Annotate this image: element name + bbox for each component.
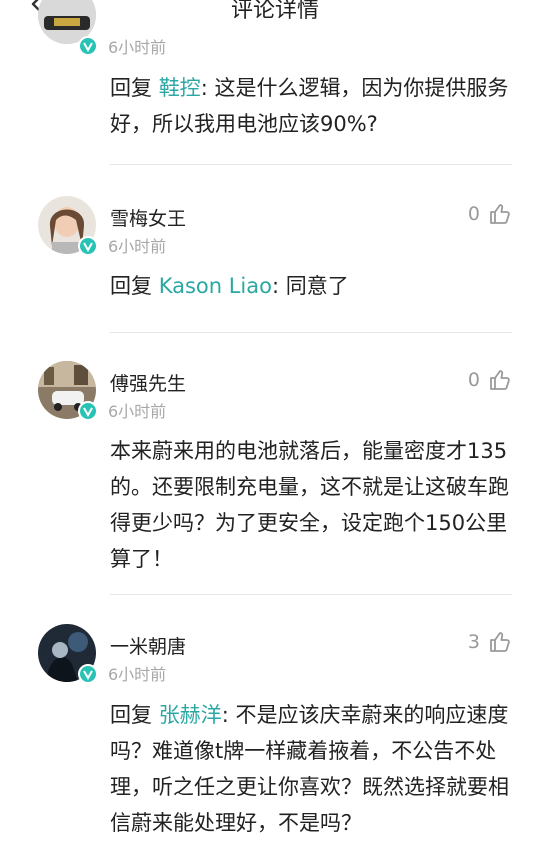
divider [110,164,512,165]
verified-v-icon [83,407,93,417]
comment-time: 6小时前 [108,665,167,684]
comment-text: 回复 Kason Liao: 同意了 [110,268,520,304]
mention-link[interactable]: 鞋控 [159,76,201,100]
verified-badge [78,664,98,684]
comment-username[interactable]: 一米朝唐 [110,632,186,659]
comment-text: 回复 张赫洋: 不是应该庆幸蔚来的响应速度吗？难道像t牌一样藏着掖着，不公告不处… [110,697,520,841]
thumbs-up-icon [490,204,510,224]
like-button[interactable]: 0 [468,368,512,392]
comment-text: 本来蔚来用的电池就落后，能量密度才135的。还要限制充电量，这不就是让这破车跑得… [110,439,509,571]
mention-link[interactable]: 张赫洋 [159,703,222,727]
reply-prefix: 回复 [110,76,159,100]
like-button[interactable]: 3 [468,630,512,654]
like-count: 3 [467,631,480,653]
verified-v-icon [83,42,93,52]
divider [110,332,512,333]
verified-badge [78,236,98,256]
comment-body: : 同意了 [271,274,349,298]
thumbs-up-icon [490,632,510,652]
like-count: 0 [467,203,480,225]
verified-badge [78,36,98,56]
reply-prefix: 回复 [110,703,159,727]
like-count: 0 [467,369,480,391]
reply-prefix: 回复 [110,274,159,298]
verified-badge [78,401,98,421]
like-button[interactable]: 0 [468,202,512,226]
comment-text: 回复 鞋控: 这是什么逻辑，因为你提供服务好，所以我用电池应该90%? [110,70,520,142]
divider [110,594,512,595]
comment-username[interactable]: 雪梅女王 [110,204,186,231]
thumbs-up-icon [490,370,510,390]
comment-time: 6小时前 [108,402,167,421]
comment-time: 6小时前 [108,38,167,57]
comment-username[interactable]: 傅强先生 [110,369,186,396]
comment-time: 6小时前 [108,237,167,256]
verified-v-icon [83,242,93,252]
verified-v-icon [83,670,93,680]
mention-link[interactable]: Kason Liao [159,274,272,298]
